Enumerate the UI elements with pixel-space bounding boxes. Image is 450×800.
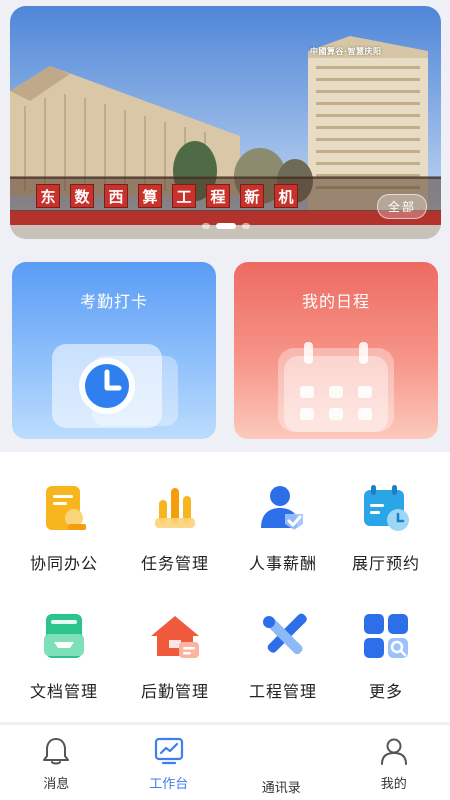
- banner-sign-characters: 东 数 西 算 工 程 新 机: [36, 184, 298, 208]
- grid-item-task-management[interactable]: 任务管理: [119, 452, 231, 573]
- grid-item-label: 协同办公: [29, 554, 98, 573]
- sign-char: 算: [138, 184, 162, 208]
- bottom-tab-bar: 消息 工作台 通讯录 我的: [0, 724, 450, 800]
- calendar-icon: [266, 342, 406, 436]
- grid-item-hr-payroll[interactable]: 人事薪酬: [227, 452, 339, 573]
- task-bars-icon: [147, 480, 203, 536]
- grid-item-label: 更多: [368, 682, 403, 701]
- carousel-pager[interactable]: [10, 223, 441, 229]
- attendance-card-title: 考勤打卡: [79, 292, 148, 311]
- home-logistics-icon: [147, 608, 203, 664]
- sign-char: 工: [172, 184, 196, 208]
- pager-dot[interactable]: [201, 223, 210, 229]
- tab-label: 我的: [380, 777, 407, 792]
- pager-dot[interactable]: [241, 223, 250, 229]
- grid-item-document-management[interactable]: 文档管理: [8, 580, 120, 701]
- tab-label: 消息: [43, 777, 70, 792]
- building-sign: 中國算谷·智慧庆阳: [310, 47, 382, 56]
- banner-carousel[interactable]: 东 数 西 算 工 程 新 机 中國算谷·智慧庆阳 全部: [10, 6, 441, 239]
- view-all-button[interactable]: 全部: [376, 194, 427, 219]
- sign-char: 程: [206, 184, 230, 208]
- sign-char: 数: [70, 184, 94, 208]
- sign-char: 新: [240, 184, 264, 208]
- attendance-card[interactable]: 考勤打卡: [12, 262, 216, 439]
- grid-item-engineering-management[interactable]: 工程管理: [227, 580, 339, 701]
- grid-item-collaborative-office[interactable]: 协同办公: [8, 452, 120, 573]
- person-check-icon: [255, 480, 311, 536]
- bell-icon: [43, 738, 70, 765]
- archive-box-icon: [36, 608, 92, 664]
- calendar-clock-icon: [358, 480, 414, 536]
- tab-label: 通讯录: [261, 781, 301, 796]
- sign-char: 机: [274, 184, 298, 208]
- document-stamp-icon: [36, 480, 92, 536]
- tab-workbench[interactable]: 工作台: [113, 725, 226, 800]
- grid-item-label: 人事薪酬: [248, 554, 317, 573]
- grid-item-logistics-management[interactable]: 后勤管理: [119, 580, 231, 701]
- grid-item-more[interactable]: 更多: [330, 580, 442, 701]
- chart-monitor-icon: [154, 737, 183, 765]
- grid-item-label: 任务管理: [140, 554, 209, 573]
- sign-char: 西: [104, 184, 128, 208]
- app-grid: 协同办公 任务管理 人事薪酬 展厅预约 文档管理 后勤管理 工程管理 更多: [0, 452, 450, 722]
- grid-item-label: 文档管理: [29, 682, 98, 701]
- grid-item-label: 工程管理: [248, 682, 317, 701]
- more-apps-icon: [358, 608, 414, 664]
- user-icon: [380, 738, 407, 765]
- tab-contacts[interactable]: 通讯录: [225, 725, 338, 800]
- tab-messages[interactable]: 消息: [0, 725, 113, 800]
- grid-item-label: 后勤管理: [140, 682, 209, 701]
- schedule-card[interactable]: 我的日程: [234, 262, 438, 439]
- tab-label: 工作台: [149, 777, 189, 792]
- grid-item-label: 展厅预约: [351, 554, 420, 573]
- clock-icon: [44, 342, 184, 436]
- grid-item-exhibition-booking[interactable]: 展厅预约: [330, 452, 442, 573]
- sign-char: 东: [36, 184, 60, 208]
- tools-icon: [255, 608, 311, 664]
- pager-dot-active[interactable]: [215, 223, 236, 229]
- schedule-card-title: 我的日程: [301, 292, 370, 311]
- tab-mine[interactable]: 我的: [338, 725, 450, 800]
